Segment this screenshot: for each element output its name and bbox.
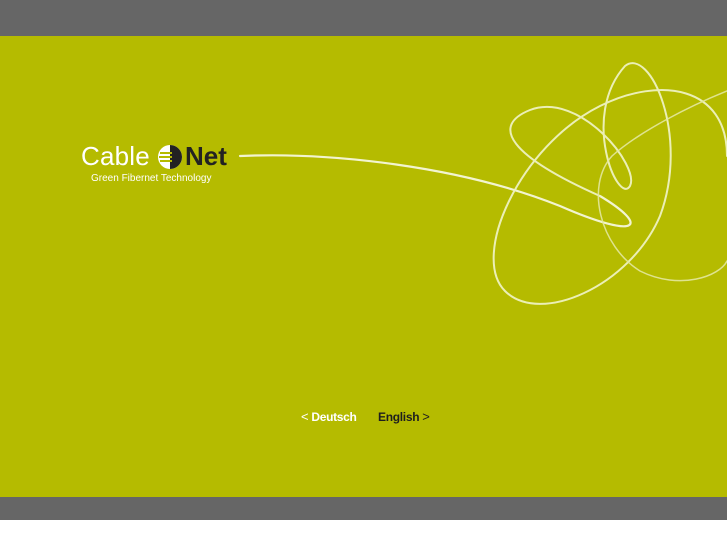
logo-word-cable: Cable xyxy=(81,141,150,171)
cablenet-logo[interactable]: Cable Net Green Fibernet Technology xyxy=(81,140,241,190)
arrow-right-icon: > xyxy=(422,409,430,424)
bottom-bar xyxy=(0,497,727,520)
arrow-left-icon: < xyxy=(301,409,309,424)
language-selector: < Deutsch English > xyxy=(0,409,727,429)
language-link-deutsch[interactable]: < Deutsch xyxy=(301,409,357,424)
language-label-deutsch: Deutsch xyxy=(311,410,357,424)
language-link-english[interactable]: English > xyxy=(378,409,430,424)
cable-ball-icon xyxy=(158,145,182,169)
language-label-english: English xyxy=(378,410,420,424)
logo-tagline: Green Fibernet Technology xyxy=(91,173,212,184)
splash-stage: Cable Net Green Fibernet Technology < De… xyxy=(0,36,727,497)
top-bar xyxy=(0,0,727,36)
logo-word-net: Net xyxy=(185,141,227,171)
